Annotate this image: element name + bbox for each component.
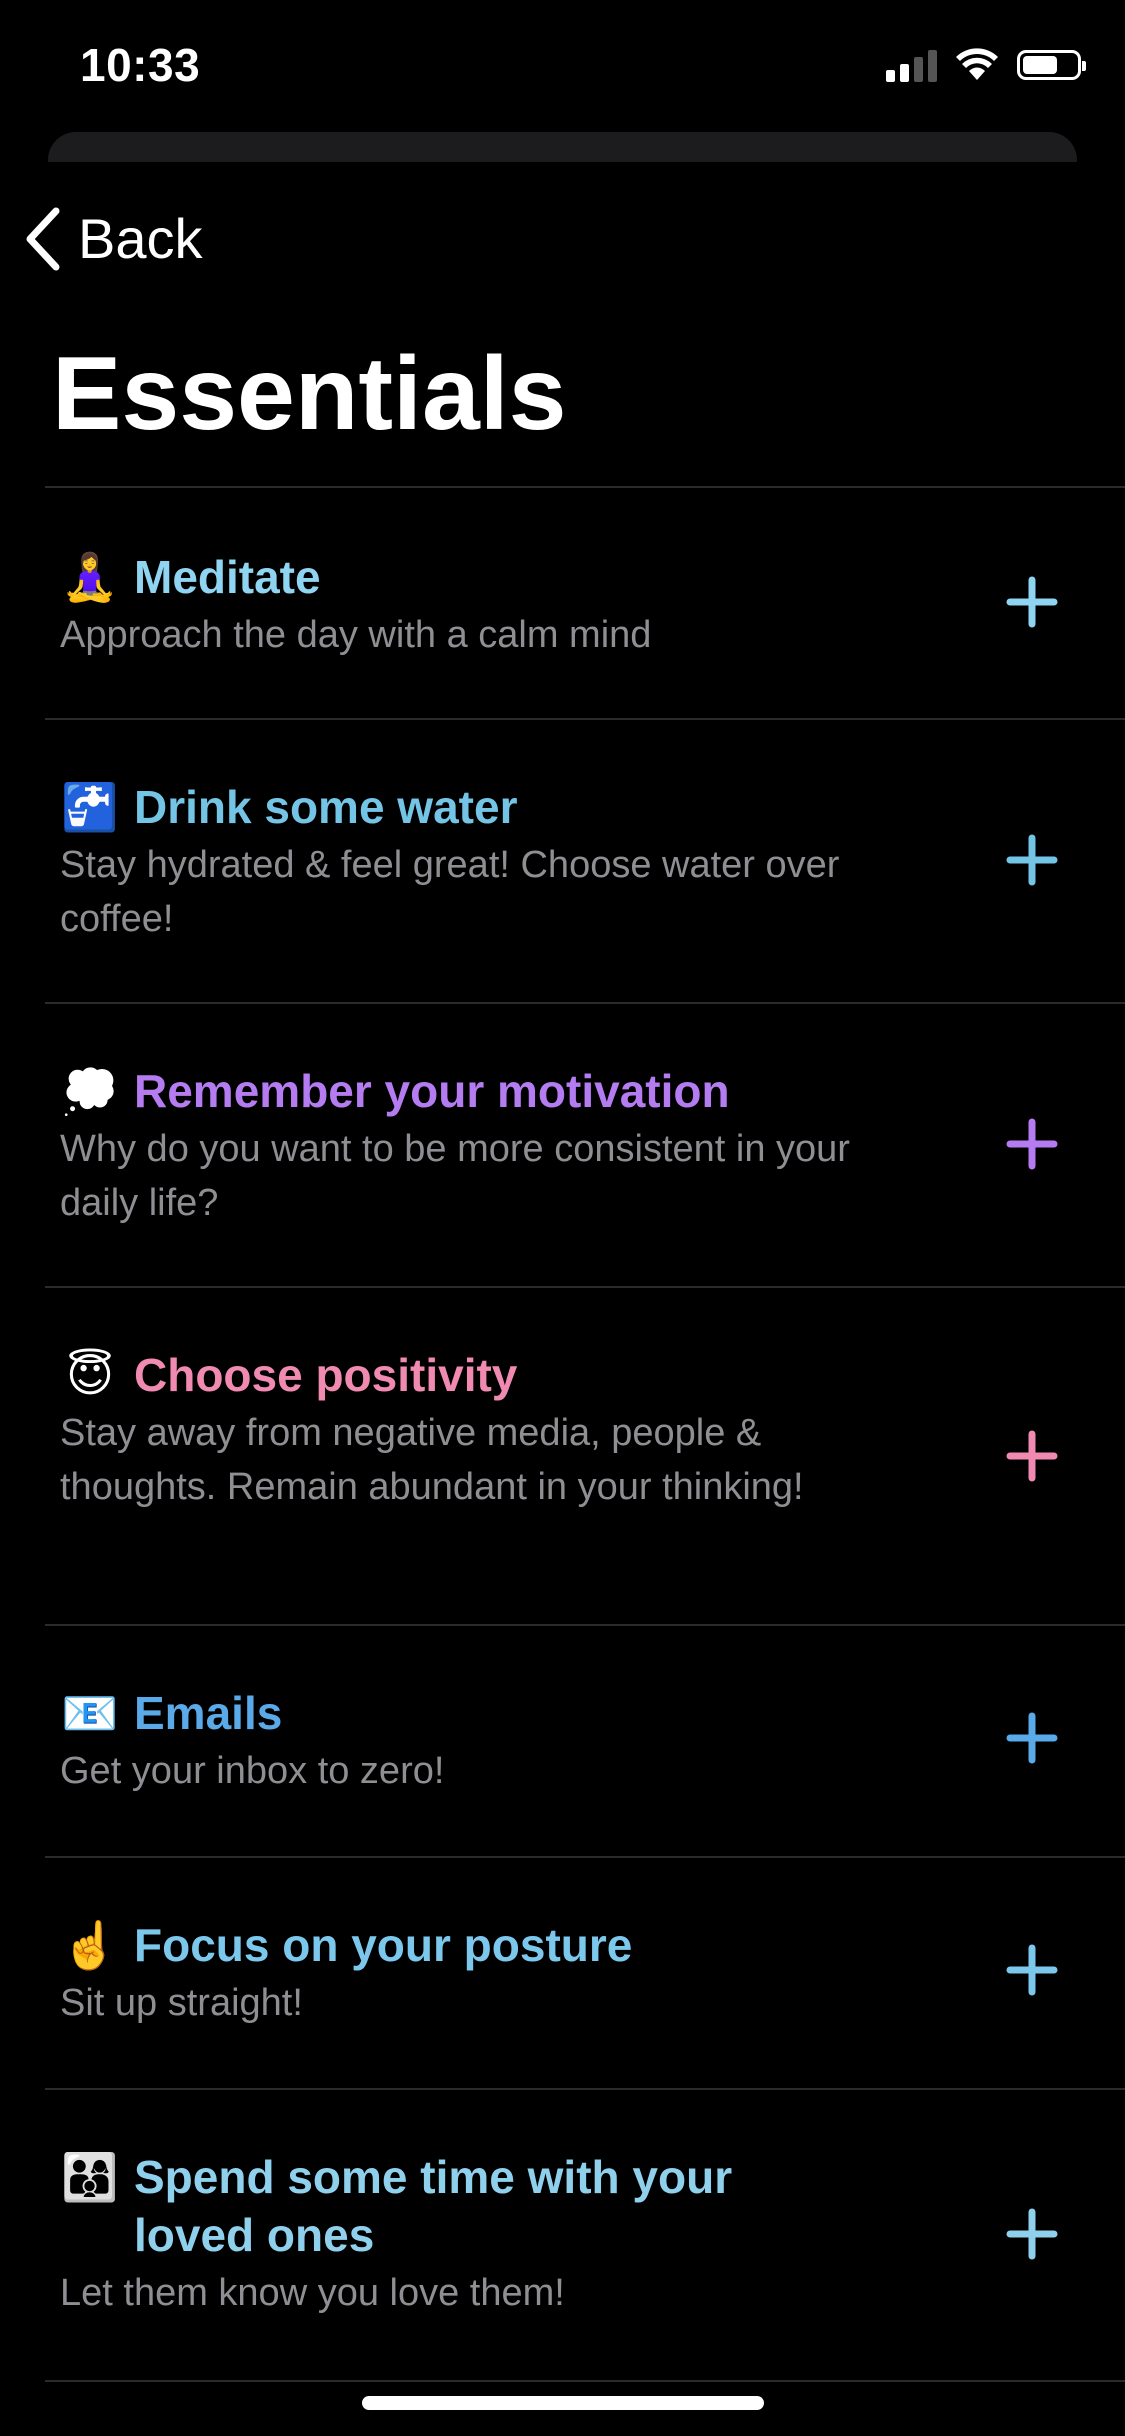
plus-icon (1006, 1712, 1058, 1764)
add-button[interactable] (1004, 1942, 1060, 1998)
item-title: Remember your motivation (134, 1065, 730, 1117)
add-button[interactable] (1004, 2206, 1060, 2262)
item-title: Meditate (134, 551, 321, 603)
status-time: 10:33 (80, 39, 201, 91)
chevron-left-icon (26, 207, 60, 270)
email-icon: 📧 (61, 1687, 119, 1739)
item-description: Why do you want to be more consistent in… (60, 1128, 850, 1224)
home-indicator[interactable] (362, 2396, 764, 2410)
add-button[interactable] (1004, 1116, 1060, 1172)
add-button[interactable] (1004, 574, 1060, 630)
item-description: Let them know you love them! (60, 2272, 565, 2314)
plus-icon (1006, 2208, 1058, 2260)
battery-icon (1017, 50, 1086, 80)
plus-icon (1006, 576, 1058, 628)
item-title: Choose positivity (134, 1349, 518, 1401)
plus-icon (1006, 1944, 1058, 1996)
meditate-icon: 🧘‍♀️ (61, 551, 119, 603)
list-item[interactable]: 📧 Emails Get your inbox to zero! (45, 1626, 1125, 1856)
list-item[interactable]: 💭 Remember your motivation Why do you wa… (45, 1004, 1125, 1286)
smiling-halo-icon: 😇 (66, 1349, 114, 1401)
item-description: Stay hydrated & feel great! Choose water… (60, 844, 840, 940)
pointing-up-icon: ☝️ (61, 1919, 119, 1971)
plus-icon (1006, 1118, 1058, 1170)
water-tap-icon: 🚰 (61, 781, 119, 833)
item-description: Stay away from negative media, people & … (60, 1412, 804, 1508)
sheet-background (48, 132, 1077, 162)
list-item[interactable]: 👨‍👩‍👦 Spend some time with your loved on… (45, 2090, 1125, 2380)
list-item[interactable]: 🧘‍♀️ Meditate Approach the day with a ca… (45, 488, 1125, 718)
status-bar: 10:33 (0, 0, 1125, 132)
family-icon: 👨‍👩‍👦 (61, 2151, 119, 2203)
add-button[interactable] (1004, 1428, 1060, 1484)
item-description: Sit up straight! (60, 1982, 303, 2024)
list-item[interactable]: 🚰 Drink some water Stay hydrated & feel … (45, 720, 1125, 1002)
plus-icon (1006, 1430, 1058, 1482)
thought-bubble-icon: 💭 (61, 1065, 119, 1117)
list-item[interactable]: 😇 Choose positivity Stay away from negat… (45, 1288, 1125, 1624)
item-title: Spend some time with your loved ones (134, 2151, 733, 2261)
list-item[interactable]: ☝️ Focus on your posture Sit up straight… (45, 1858, 1125, 2088)
status-icons (886, 48, 1086, 82)
plus-icon (1006, 834, 1058, 886)
back-label: Back (78, 207, 203, 270)
divider (45, 2380, 1125, 2382)
item-title: Drink some water (134, 781, 518, 833)
back-button[interactable]: Back (24, 206, 203, 271)
add-button[interactable] (1004, 1710, 1060, 1766)
item-description: Approach the day with a calm mind (60, 614, 652, 656)
page-title: Essentials (52, 336, 567, 452)
item-title: Emails (134, 1687, 283, 1739)
habit-list: 🧘‍♀️ Meditate Approach the day with a ca… (45, 486, 1125, 2382)
item-title: Focus on your posture (134, 1919, 633, 1971)
item-description: Get your inbox to zero! (60, 1750, 445, 1792)
add-button[interactable] (1004, 832, 1060, 888)
wifi-icon (956, 48, 998, 80)
cellular-signal-icon (886, 48, 937, 82)
